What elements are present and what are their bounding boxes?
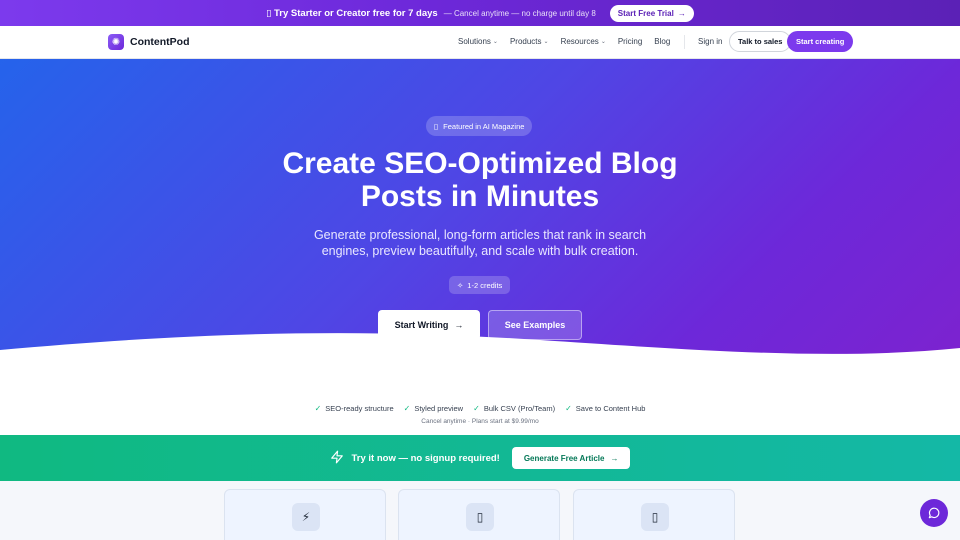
feature-list: ✓ SEO-ready structure ✓ Styled preview ✓ Bu… bbox=[0, 404, 960, 413]
talk-to-sales-button[interactable]: Talk to sales bbox=[729, 31, 792, 52]
award-icon: ▯ bbox=[434, 121, 439, 131]
feature-card: ▯ bbox=[573, 489, 735, 540]
hero-section: ▯ Featured in AI Magazine Create SEO-Opt… bbox=[0, 59, 960, 389]
generate-free-article-button[interactable]: Generate Free Article → bbox=[511, 447, 631, 469]
chevron-down-icon: ⌄ bbox=[600, 39, 606, 45]
start-free-trial-button[interactable]: Start Free Trial → bbox=[609, 4, 694, 22]
sparkle-icon: ✧ bbox=[457, 280, 464, 290]
chat-button[interactable] bbox=[920, 499, 948, 527]
hero-subtitle: Generate professional, long-form article… bbox=[313, 228, 647, 258]
arrow-right-icon: → bbox=[677, 8, 686, 18]
chevron-down-icon: ⌄ bbox=[543, 39, 549, 45]
feature-item: ✓ Bulk CSV (Pro/Team) bbox=[473, 404, 556, 413]
nav-links: Solutions ⌄ Products ⌄ Resources ⌄ Pricing … bbox=[458, 37, 670, 46]
chat-bubble-icon bbox=[928, 507, 940, 519]
document-icon: ▯ bbox=[641, 503, 669, 531]
lightning-icon: ⚡ bbox=[292, 503, 320, 531]
brand-name: ContentPod bbox=[130, 36, 190, 48]
try-now-bar: Try it now — no signup required! Generat… bbox=[0, 435, 960, 481]
feature-item: ✓ SEO-ready structure bbox=[314, 404, 394, 413]
top-nav: ✺ ContentPod Solutions ⌄ Products ⌄ Resour… bbox=[0, 26, 960, 59]
lightning-icon bbox=[330, 450, 344, 467]
check-icon: ✓ bbox=[565, 404, 572, 413]
nav-item-resources[interactable]: Resources ⌄ bbox=[561, 37, 606, 46]
nav-item-solutions[interactable]: Solutions ⌄ bbox=[458, 37, 498, 46]
document-icon: ▯ bbox=[466, 503, 494, 531]
hero-title: Create SEO-Optimized Blog Posts in Minut… bbox=[282, 147, 678, 213]
brand-logo[interactable]: ✺ ContentPod bbox=[108, 34, 190, 50]
promo-subtext: — Cancel anytime — no charge until day 8 bbox=[443, 8, 596, 18]
nav-item-products[interactable]: Products ⌄ bbox=[510, 37, 549, 46]
arrow-right-icon: → bbox=[454, 320, 464, 330]
feature-item: ✓ Styled preview bbox=[403, 404, 464, 413]
hero-wave-divider bbox=[0, 333, 960, 389]
nav-item-blog[interactable]: Blog bbox=[654, 37, 670, 46]
feature-card: ⚡ bbox=[224, 489, 386, 540]
promo-bar: ▯ Try Starter or Creator free for 7 days… bbox=[0, 0, 960, 26]
check-icon: ✓ bbox=[473, 404, 480, 413]
credits-badge: ✧ 1-2 credits bbox=[449, 276, 511, 294]
featured-badge: ▯ Featured in AI Magazine bbox=[426, 116, 533, 136]
try-now-text: Try it now — no signup required! bbox=[351, 452, 500, 464]
nav-item-pricing[interactable]: Pricing bbox=[618, 37, 642, 46]
chevron-down-icon: ⌄ bbox=[492, 39, 498, 45]
start-creating-button[interactable]: Start creating bbox=[787, 31, 854, 52]
check-icon: ✓ bbox=[403, 404, 411, 413]
sign-in-link[interactable]: Sign in bbox=[698, 37, 722, 46]
gift-icon: ▯ bbox=[266, 7, 272, 19]
arrow-right-icon: → bbox=[610, 453, 619, 463]
feature-item: ✓ Save to Content Hub bbox=[565, 404, 646, 413]
pricing-fineprint: Cancel anytime · Plans start at $9.99/mo bbox=[421, 418, 539, 425]
feature-card: ▯ bbox=[398, 489, 560, 540]
check-icon: ✓ bbox=[314, 404, 322, 413]
nav-divider bbox=[684, 35, 685, 49]
promo-headline: ▯ Try Starter or Creator free for 7 days bbox=[266, 7, 438, 19]
brain-icon: ✺ bbox=[108, 34, 124, 50]
